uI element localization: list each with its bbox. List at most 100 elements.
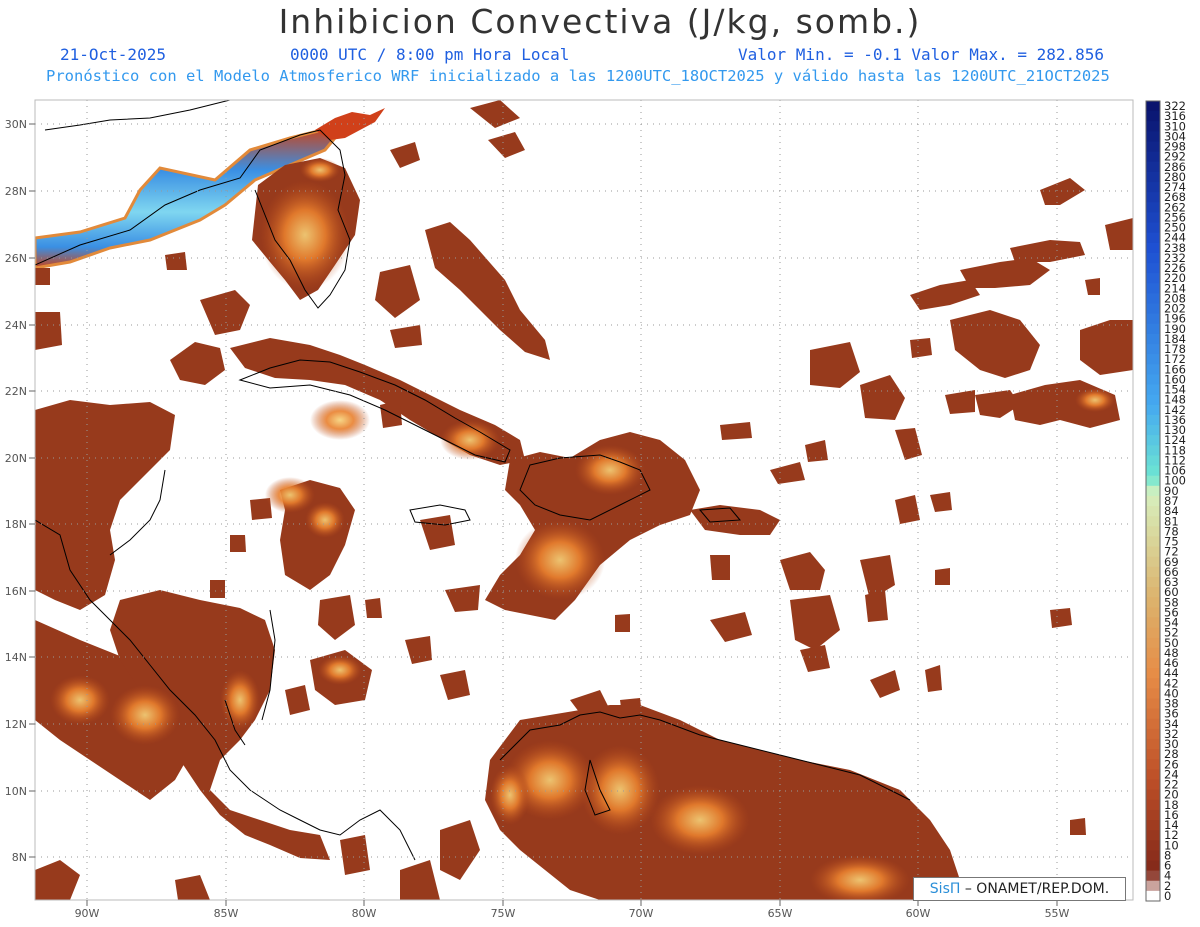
colorbar-swatch bbox=[1146, 728, 1160, 740]
credit-text: – ONAMET/REP.DOM. bbox=[960, 881, 1110, 897]
colorbar-swatch bbox=[1146, 293, 1160, 305]
colorbar-swatch bbox=[1146, 121, 1160, 132]
colorbar-swatch bbox=[1146, 607, 1160, 618]
colorbar-swatch bbox=[1146, 890, 1160, 902]
lat-labels: 30N 28N 26N 24N 22N 20N 18N 16N 14N 12N … bbox=[5, 118, 27, 864]
colorbar-swatch bbox=[1146, 668, 1160, 679]
colorbar-swatch bbox=[1146, 141, 1160, 153]
colorbar-swatch bbox=[1146, 111, 1160, 122]
credit-box: SisΠ – ONAMET/REP.DOM. bbox=[913, 877, 1126, 901]
lat-label: 28N bbox=[5, 185, 27, 198]
lon-label: 85W bbox=[214, 907, 239, 920]
colorbar-swatch bbox=[1146, 313, 1160, 325]
colorbar-swatch bbox=[1146, 263, 1160, 274]
colorbar-label: 0 bbox=[1164, 889, 1171, 903]
colorbar-swatch bbox=[1146, 232, 1160, 244]
colorbar-swatch bbox=[1146, 161, 1160, 173]
colorbar-swatch bbox=[1146, 566, 1160, 578]
cin-map: 90W 85W 80W 75W 70W 65W 60W 55W 30N 28N … bbox=[5, 99, 1186, 920]
lat-label: 8N bbox=[12, 851, 27, 864]
colorbar-swatch bbox=[1146, 647, 1160, 659]
lat-label: 24N bbox=[5, 319, 27, 332]
lon-label: 90W bbox=[75, 907, 100, 920]
lat-label: 20N bbox=[5, 452, 27, 465]
colorbar-swatch bbox=[1146, 880, 1160, 892]
colorbar-swatch bbox=[1146, 516, 1160, 527]
lat-label: 10N bbox=[5, 785, 27, 798]
colorbar-swatch bbox=[1146, 678, 1160, 689]
colorbar-swatch bbox=[1146, 617, 1160, 629]
colorbar-swatch bbox=[1146, 222, 1160, 234]
lon-label: 80W bbox=[352, 907, 377, 920]
colorbar-swatch bbox=[1146, 384, 1160, 396]
colorbar-swatch bbox=[1146, 475, 1160, 487]
colorbar-swatch bbox=[1146, 576, 1160, 588]
lat-label: 30N bbox=[5, 118, 27, 131]
colorbar-swatch bbox=[1146, 394, 1160, 406]
colorbar-swatch bbox=[1146, 404, 1160, 416]
colorbar-swatch bbox=[1146, 374, 1160, 386]
colorbar: 3223163103042982922862802742682622562502… bbox=[1145, 99, 1186, 903]
colorbar-swatch bbox=[1146, 495, 1160, 507]
lat-label: 16N bbox=[5, 585, 27, 598]
colorbar-swatch bbox=[1146, 425, 1160, 436]
field-layer bbox=[35, 100, 1133, 900]
lat-label: 18N bbox=[5, 518, 27, 531]
colorbar-swatch bbox=[1146, 779, 1160, 791]
colorbar-swatch bbox=[1146, 455, 1160, 467]
colorbar-swatch bbox=[1146, 212, 1160, 224]
colorbar-swatch bbox=[1146, 485, 1160, 497]
colorbar-swatch bbox=[1146, 202, 1160, 213]
colorbar-swatch bbox=[1146, 799, 1160, 811]
colorbar-swatch bbox=[1146, 657, 1160, 669]
colorbar-swatch bbox=[1146, 556, 1160, 568]
colorbar-swatch bbox=[1146, 809, 1160, 821]
colorbar-swatch bbox=[1146, 738, 1160, 750]
colorbar-swatch bbox=[1146, 526, 1160, 537]
lon-label: 75W bbox=[491, 907, 516, 920]
colorbar-swatch bbox=[1146, 637, 1160, 649]
colorbar-swatch bbox=[1146, 344, 1160, 355]
colorbar-swatch bbox=[1146, 819, 1160, 831]
colorbar-swatch bbox=[1146, 354, 1160, 365]
colorbar-swatch bbox=[1146, 101, 1160, 112]
colorbar-swatch bbox=[1146, 759, 1160, 770]
colorbar-swatch bbox=[1146, 840, 1160, 851]
colorbar-swatch bbox=[1146, 708, 1160, 720]
sispi-logo: SisΠ bbox=[929, 881, 961, 897]
colorbar-swatch bbox=[1146, 749, 1160, 760]
colorbar-swatch bbox=[1146, 850, 1160, 861]
colorbar-swatch bbox=[1146, 587, 1160, 598]
colorbar-swatch bbox=[1146, 546, 1160, 558]
colorbar-swatch bbox=[1146, 151, 1160, 163]
colorbar-swatch bbox=[1146, 769, 1160, 780]
colorbar-swatch bbox=[1146, 718, 1160, 730]
colorbar-swatch bbox=[1146, 445, 1160, 456]
lat-label: 26N bbox=[5, 252, 27, 265]
colorbar-swatch bbox=[1146, 506, 1160, 517]
colorbar-swatch bbox=[1146, 698, 1160, 710]
lat-label: 12N bbox=[5, 718, 27, 731]
colorbar-swatch bbox=[1146, 273, 1160, 284]
colorbar-swatch bbox=[1146, 283, 1160, 294]
colorbar-swatch bbox=[1146, 597, 1160, 608]
colorbar-swatch bbox=[1146, 182, 1160, 193]
colorbar-swatch bbox=[1146, 242, 1160, 254]
colorbar-swatch bbox=[1146, 536, 1160, 548]
colorbar-swatch bbox=[1146, 830, 1160, 841]
colorbar-swatch bbox=[1146, 333, 1160, 345]
lon-label: 55W bbox=[1045, 907, 1070, 920]
colorbar-swatch bbox=[1146, 860, 1160, 872]
colorbar-swatch bbox=[1146, 171, 1160, 183]
colorbar-swatch bbox=[1146, 414, 1160, 426]
colorbar-swatch bbox=[1146, 364, 1160, 375]
colorbar-swatch bbox=[1146, 627, 1160, 639]
colorbar-swatch bbox=[1146, 323, 1160, 335]
colorbar-swatch bbox=[1146, 870, 1160, 882]
lon-label: 70W bbox=[629, 907, 654, 920]
colorbar-swatch bbox=[1146, 131, 1160, 143]
colorbar-swatch bbox=[1146, 688, 1160, 699]
colorbar-swatch bbox=[1146, 303, 1160, 315]
colorbar-swatch bbox=[1146, 252, 1160, 264]
colorbar-swatch bbox=[1146, 465, 1160, 477]
